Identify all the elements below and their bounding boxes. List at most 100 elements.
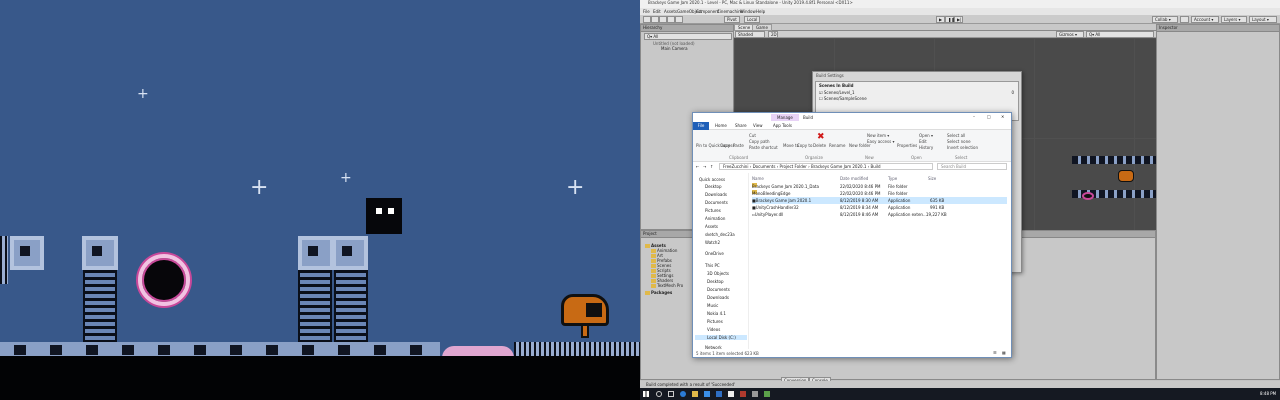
project-folder[interactable]: TextMesh Pro <box>651 283 683 288</box>
rotate-tool-button[interactable] <box>659 16 667 23</box>
cut-button[interactable]: Cut <box>749 133 756 138</box>
nav-item[interactable]: Downloads <box>705 192 727 197</box>
paste-button[interactable]: Paste <box>733 143 744 148</box>
edge-icon[interactable] <box>680 391 686 397</box>
nav-item[interactable]: Animation <box>705 216 725 221</box>
column-date[interactable]: Date modified <box>840 175 868 182</box>
edit-button[interactable]: Edit <box>919 139 927 144</box>
layers-button[interactable]: Layers ▾ <box>1221 16 1247 23</box>
column-size[interactable]: Size <box>928 175 936 182</box>
search-box[interactable]: Search Build <box>937 163 1007 170</box>
nav-item[interactable]: Documents <box>707 287 730 292</box>
file-row-selected[interactable]: ■ Brackeys Game Jam 2020.1 8/12/2019 8:3… <box>752 197 1007 204</box>
running-app-icon[interactable] <box>752 391 758 397</box>
copy-path-button[interactable]: Copy path <box>749 139 770 144</box>
local-toggle[interactable]: Local <box>744 16 760 23</box>
nav-item[interactable]: Documents <box>705 200 728 205</box>
nav-item[interactable]: 3D Objects <box>707 271 729 276</box>
store-icon[interactable] <box>704 391 710 397</box>
scene-entry[interactable]: ☐ Scenes/SampleScene <box>819 96 867 101</box>
step-button[interactable]: ▶| <box>954 16 963 23</box>
menu-window[interactable]: Window <box>740 9 756 14</box>
delete-button[interactable]: Delete <box>813 143 826 148</box>
layout-button[interactable]: Layout ▾ <box>1249 16 1277 23</box>
ribbon-tab-home[interactable]: Home <box>715 123 727 128</box>
details-view-icon[interactable]: ☰ <box>993 350 997 355</box>
nav-network[interactable]: Network <box>705 345 722 350</box>
delete-icon[interactable]: ✖ <box>817 133 825 142</box>
search-icon[interactable] <box>656 391 662 397</box>
nav-item[interactable]: Desktop <box>707 279 724 284</box>
column-name[interactable]: Name <box>752 175 764 182</box>
file-row[interactable]: ▫ UnityPlayer.dll 8/12/2019 8:46 AM Appl… <box>752 211 1007 218</box>
manage-tab[interactable]: Manage <box>771 114 799 121</box>
menu-file[interactable]: File <box>643 9 650 14</box>
ribbon-tab-view[interactable]: View <box>753 123 763 128</box>
select-all-button[interactable]: Select all <box>947 133 965 138</box>
hand-tool-button[interactable] <box>643 16 651 23</box>
hierarchy-main-camera[interactable]: Main Camera <box>661 46 688 51</box>
nav-item[interactable]: Watch2 <box>705 240 720 245</box>
file-row[interactable]: Brackeys Game Jam 2020.1_Data 22/02/2020… <box>752 183 1007 190</box>
project-packages[interactable]: Packages <box>645 290 672 295</box>
gizmos-dropdown[interactable]: Gizmos ▾ <box>1056 31 1084 38</box>
menu-assets[interactable]: Assets <box>664 9 677 14</box>
maximize-button[interactable]: □ <box>987 114 991 119</box>
new-item-button[interactable]: New item ▾ <box>867 133 889 138</box>
menu-edit[interactable]: Edit <box>653 9 661 14</box>
shading-dropdown[interactable]: Shaded <box>735 31 765 38</box>
open-button[interactable]: Open ▾ <box>919 133 933 138</box>
scene-search[interactable]: Q▾ All <box>1086 31 1154 38</box>
minimize-button[interactable]: – <box>973 114 975 119</box>
ribbon-tab-app-tools[interactable]: App Tools <box>773 123 792 128</box>
file-row[interactable]: MonoBleedingEdge 22/02/2020 8:46 PM File… <box>752 190 1007 197</box>
nav-onedrive[interactable]: OneDrive <box>705 251 724 256</box>
inspector-tab[interactable]: Inspector <box>1157 25 1279 32</box>
back-icon[interactable]: ← <box>696 164 699 169</box>
ribbon-tab-file[interactable]: File <box>693 122 709 130</box>
start-icon[interactable] <box>643 391 649 397</box>
history-button[interactable]: History <box>919 145 933 150</box>
copy-button[interactable]: Copy <box>720 143 730 148</box>
pause-button[interactable]: ❚❚ <box>945 16 955 23</box>
nav-this-pc[interactable]: This PC <box>705 263 720 268</box>
column-type[interactable]: Type <box>888 175 897 182</box>
file-row[interactable]: ■ UnityCrashHandler32 8/12/2019 8:34 AM … <box>752 204 1007 211</box>
app-icon[interactable] <box>740 391 746 397</box>
nav-item[interactable]: Downloads <box>707 295 729 300</box>
tiles-view-icon[interactable]: ▦ <box>1002 350 1006 355</box>
tab-game[interactable]: Game <box>752 24 772 31</box>
unity-icon[interactable] <box>728 391 734 397</box>
hierarchy-tab[interactable]: Hierarchy <box>641 25 733 32</box>
cloud-button[interactable] <box>1180 16 1189 23</box>
menu-help[interactable]: Help <box>756 9 765 14</box>
explorer-icon[interactable] <box>692 391 698 397</box>
rename-button[interactable]: Rename <box>829 143 845 148</box>
ribbon-tab-share[interactable]: Share <box>735 123 747 128</box>
easy-access-button[interactable]: Easy access ▾ <box>867 139 894 144</box>
running-app-icon[interactable] <box>764 391 770 397</box>
nav-quick-access[interactable]: Quick access <box>699 177 725 182</box>
scene-entry[interactable]: ☑ Scenes/Level_1 <box>819 90 855 95</box>
play-button[interactable]: ▶ <box>936 16 945 23</box>
nav-item[interactable]: Pictures <box>707 319 723 324</box>
invert-selection-button[interactable]: Invert selection <box>947 145 978 150</box>
nav-item[interactable]: Music <box>707 303 718 308</box>
rect-tool-button[interactable] <box>675 16 683 23</box>
nav-item[interactable]: sketch_dec23a <box>705 232 735 237</box>
account-button[interactable]: Account ▾ <box>1191 16 1219 23</box>
properties-button[interactable]: Properties <box>897 143 917 148</box>
nav-item[interactable]: Videos <box>707 327 720 332</box>
nav-item[interactable]: Nokia 4.1 <box>707 311 726 316</box>
forward-icon[interactable]: → <box>703 164 706 169</box>
nav-item[interactable]: Assets <box>705 224 718 229</box>
task-view-icon[interactable] <box>668 391 674 397</box>
2d-toggle[interactable]: 2D <box>768 31 778 38</box>
select-none-button[interactable]: Select none <box>947 139 971 144</box>
up-icon[interactable]: ↑ <box>710 164 713 169</box>
pivot-toggle[interactable]: Pivot <box>724 16 740 23</box>
hierarchy-search[interactable]: Q▾ All <box>644 33 732 40</box>
nav-item[interactable]: Desktop <box>705 184 722 189</box>
scale-tool-button[interactable] <box>667 16 675 23</box>
nav-item[interactable]: Pictures <box>705 208 721 213</box>
